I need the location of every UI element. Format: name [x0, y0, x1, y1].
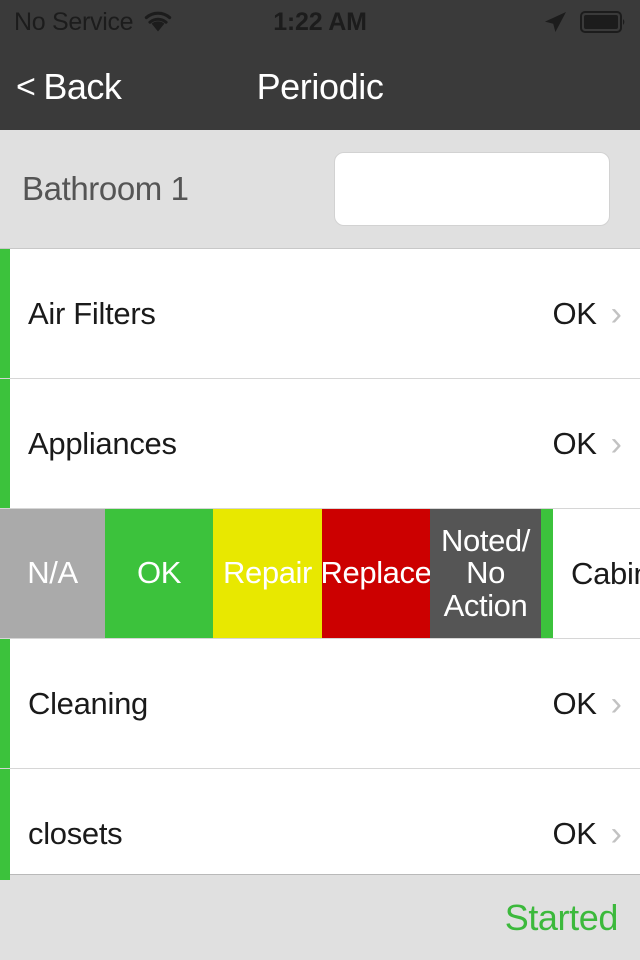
action-button-na[interactable]: N/A	[0, 509, 105, 638]
action-button-repair[interactable]: Repair	[213, 509, 322, 638]
row-status-flag	[541, 509, 553, 638]
battery-full-icon	[580, 10, 626, 34]
chevron-right-icon: ›	[610, 684, 622, 723]
row-label: closets	[28, 815, 123, 851]
row-status-flag	[0, 639, 10, 768]
location-arrow-icon	[542, 9, 568, 35]
table-row[interactable]: Appliances OK ›	[0, 379, 640, 509]
row-status: OK	[552, 815, 597, 851]
chevron-right-icon: ›	[610, 424, 622, 463]
section-title: Bathroom 1	[22, 170, 189, 207]
row-status: OK	[552, 685, 597, 721]
footer-bar: Started	[0, 874, 640, 960]
chevron-right-icon: ›	[610, 294, 622, 333]
app-screen: No Service 1:22 AM < Back Periodic Bathr…	[0, 0, 640, 960]
action-button-noted-no-action[interactable]: Noted/ No Action	[430, 509, 541, 638]
row-status-flag	[0, 249, 10, 378]
row-label: Cleaning	[28, 685, 148, 721]
inspection-list: Air Filters OK › Appliances OK › N/A OK …	[0, 249, 640, 899]
row-status-flag	[0, 379, 10, 508]
row-label: Air Filters	[28, 295, 156, 331]
section-header: Bathroom 1	[0, 130, 640, 249]
row-status: OK	[552, 295, 597, 331]
action-button-replace[interactable]: Replace	[321, 509, 432, 638]
page-title: Periodic	[256, 66, 384, 107]
table-row[interactable]: Cleaning OK ›	[0, 639, 640, 769]
section-note-input[interactable]	[334, 152, 610, 226]
table-row[interactable]: Air Filters OK ›	[0, 249, 640, 379]
status-badge[interactable]: Started	[505, 897, 619, 939]
row-right: OK ›	[552, 686, 622, 722]
status-bar-right	[542, 0, 626, 44]
row-label: Appliances	[28, 425, 177, 461]
row-label: Cabinets	[571, 555, 640, 591]
status-bar: No Service 1:22 AM	[0, 0, 640, 44]
row-right: OK ›	[552, 816, 622, 852]
action-button-ok[interactable]: OK	[105, 509, 213, 638]
swipe-action-row: N/A OK Repair Replace Noted/ No Action C…	[0, 509, 640, 639]
row-right: OK ›	[552, 296, 622, 332]
footer-status-flag	[0, 874, 10, 880]
chevron-right-icon: ›	[610, 814, 622, 853]
row-right: OK ›	[552, 426, 622, 462]
navigation-bar: < Back Periodic	[0, 44, 640, 130]
swipe-row-underlying[interactable]: Cabinets	[541, 509, 640, 638]
row-status: OK	[552, 425, 597, 461]
